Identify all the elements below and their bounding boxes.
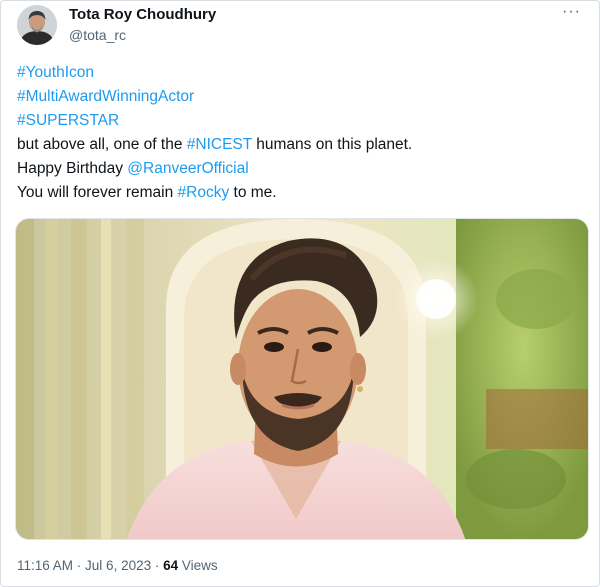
tweet-media-photo[interactable] xyxy=(15,218,589,540)
hashtag-nicest[interactable]: #NICEST xyxy=(187,136,252,153)
avatar[interactable] xyxy=(17,5,57,45)
tweet-line-2: #MultiAwardWinningActor xyxy=(17,85,587,109)
tweet-card: Tota Roy Choudhury @tota_rc ··· #YouthIc… xyxy=(0,0,600,587)
avatar-image xyxy=(17,5,57,45)
tweet-text: #YouthIcon #MultiAwardWinningActor #SUPE… xyxy=(17,61,587,205)
hashtag-superstar[interactable]: #SUPERSTAR xyxy=(17,112,119,129)
display-name[interactable]: Tota Roy Choudhury xyxy=(69,6,216,23)
hashtag-rocky[interactable]: #Rocky xyxy=(178,184,230,201)
more-options-icon[interactable]: ··· xyxy=(562,3,581,21)
tweet-date[interactable]: Jul 6, 2023 xyxy=(85,558,151,573)
photo-image xyxy=(16,219,588,539)
tweet-text-segment: but above all, one of the xyxy=(17,136,187,153)
views-count[interactable]: 64 xyxy=(163,558,178,573)
tweet-time[interactable]: 11:16 AM xyxy=(17,558,73,573)
tweet-text-segment: You will forever remain xyxy=(17,184,178,201)
tweet-line-3: #SUPERSTAR xyxy=(17,109,587,133)
views-label: Views xyxy=(178,558,218,573)
meta-separator: · xyxy=(73,558,86,573)
tweet-text-segment: Happy Birthday xyxy=(17,160,128,177)
hashtag-youthicon[interactable]: #YouthIcon xyxy=(17,64,94,81)
mention-ranveerofficial[interactable]: @RanveerOfficial xyxy=(127,160,248,177)
tweet-line-5: Happy Birthday @RanveerOfficial xyxy=(17,157,587,181)
tweet-line-6: You will forever remain #Rocky to me. xyxy=(17,181,587,205)
tweet-meta: 11:16 AM · Jul 6, 2023 · 64 Views xyxy=(17,558,218,573)
hashtag-multiawardwinningactor[interactable]: #MultiAwardWinningActor xyxy=(17,88,194,105)
handle[interactable]: @tota_rc xyxy=(69,27,126,43)
tweet-text-segment: humans on this planet. xyxy=(251,136,413,153)
tweet-text-segment: to me. xyxy=(229,184,277,201)
meta-separator: · xyxy=(151,558,164,573)
tweet-line-1: #YouthIcon xyxy=(17,61,587,85)
tweet-line-4: but above all, one of the #NICEST humans… xyxy=(17,133,587,157)
